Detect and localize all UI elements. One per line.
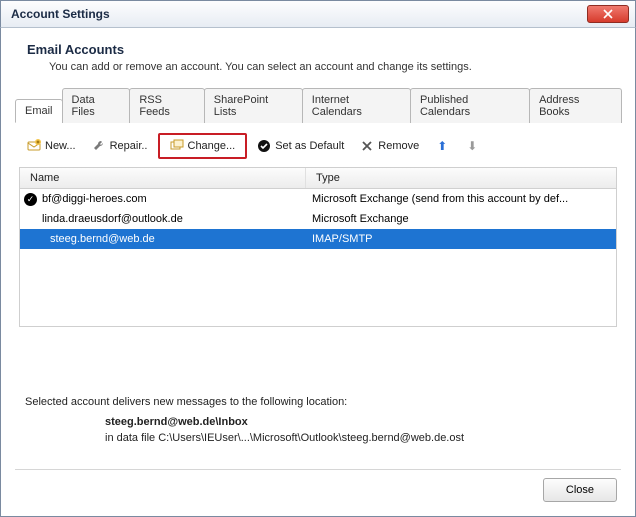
set-default-label: Set as Default	[275, 140, 344, 152]
titlebar: Account Settings	[0, 0, 636, 28]
window-body: Email Accounts You can add or remove an …	[0, 28, 636, 517]
tabstrip: Email Data Files RSS Feeds SharePoint Li…	[15, 87, 621, 123]
page-desc: You can add or remove an account. You ca…	[49, 61, 621, 73]
remove-icon	[360, 139, 374, 153]
tab-internet-calendars[interactable]: Internet Calendars	[302, 88, 411, 123]
toolbar: New... Repair.. Change... Set as Default…	[15, 123, 621, 167]
repair-button[interactable]: Repair..	[86, 136, 154, 156]
new-button[interactable]: New...	[21, 136, 82, 156]
account-type: IMAP/SMTP	[306, 231, 616, 247]
remove-label: Remove	[378, 140, 419, 152]
col-name[interactable]: Name	[20, 168, 306, 188]
page-title: Email Accounts	[27, 42, 621, 57]
close-button[interactable]: Close	[543, 478, 617, 502]
tab-data-files[interactable]: Data Files	[62, 88, 131, 123]
arrow-up-icon: ⬆	[435, 139, 449, 153]
move-down-button[interactable]: ⬇	[459, 136, 485, 156]
table-header: Name Type	[20, 168, 616, 189]
account-name: bf@diggi-heroes.com	[42, 193, 147, 205]
repair-label: Repair..	[110, 140, 148, 152]
repair-icon	[92, 139, 106, 153]
new-label: New...	[45, 140, 76, 152]
new-icon	[27, 139, 41, 153]
table-body: bf@diggi-heroes.com Microsoft Exchange (…	[20, 189, 616, 249]
table-row[interactable]: bf@diggi-heroes.com Microsoft Exchange (…	[20, 189, 616, 209]
window-title: Account Settings	[11, 7, 587, 21]
window-close-button[interactable]	[587, 5, 629, 23]
delivery-folder: steeg.bernd@web.de\Inbox	[105, 416, 611, 428]
change-button[interactable]: Change...	[158, 133, 248, 159]
delivery-path: in data file C:\Users\IEUser\...\Microso…	[105, 432, 464, 444]
change-label: Change...	[188, 140, 236, 152]
table-row[interactable]: linda.draeusdorf@outlook.de Microsoft Ex…	[20, 209, 616, 229]
delivery-section: Selected account delivers new messages t…	[25, 396, 611, 444]
tab-rss-feeds[interactable]: RSS Feeds	[129, 88, 204, 123]
delivery-intro: Selected account delivers new messages t…	[25, 396, 611, 408]
tab-address-books[interactable]: Address Books	[529, 88, 622, 123]
arrow-down-icon: ⬇	[465, 139, 479, 153]
footer: Close	[543, 478, 617, 502]
footer-divider	[15, 469, 621, 470]
tab-published-calendars[interactable]: Published Calendars	[410, 88, 530, 123]
account-name: steeg.bernd@web.de	[50, 233, 155, 245]
remove-button[interactable]: Remove	[354, 136, 425, 156]
check-circle-icon	[257, 139, 271, 153]
tab-sharepoint-lists[interactable]: SharePoint Lists	[204, 88, 303, 123]
change-icon	[170, 139, 184, 153]
account-type: Microsoft Exchange (send from this accou…	[306, 191, 616, 207]
accounts-table: Name Type bf@diggi-heroes.com Microsoft …	[19, 167, 617, 327]
col-type[interactable]: Type	[306, 168, 616, 188]
account-type: Microsoft Exchange	[306, 211, 616, 227]
set-default-button[interactable]: Set as Default	[251, 136, 350, 156]
account-name: linda.draeusdorf@outlook.de	[42, 213, 183, 225]
tab-email[interactable]: Email	[15, 99, 63, 123]
table-row[interactable]: steeg.bernd@web.de IMAP/SMTP	[20, 229, 616, 249]
default-account-icon	[24, 193, 37, 206]
close-icon	[601, 7, 615, 21]
move-up-button[interactable]: ⬆	[429, 136, 455, 156]
